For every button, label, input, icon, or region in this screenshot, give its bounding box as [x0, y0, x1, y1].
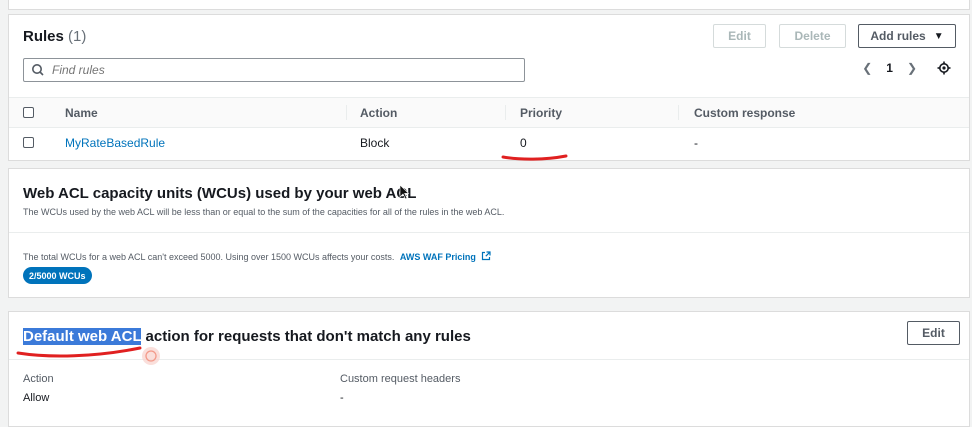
- rules-table-header: Name Action Priority Custom response: [9, 97, 969, 128]
- rule-priority: 0: [520, 135, 527, 150]
- aws-waf-pricing-link[interactable]: AWS WAF Pricing: [400, 252, 476, 262]
- rules-heading: Rules (1): [23, 28, 86, 45]
- column-priority[interactable]: Priority: [520, 98, 562, 127]
- pagination: ❮ 1 ❯: [862, 61, 951, 75]
- column-action[interactable]: Action: [360, 98, 397, 127]
- row-checkbox[interactable]: [23, 127, 34, 158]
- search-input[interactable]: [50, 62, 514, 78]
- external-link-icon[interactable]: [481, 251, 492, 261]
- rules-panel: Rules (1) Edit Delete Add rules ▼ ❮ 1 ❯ …: [8, 14, 970, 161]
- default-acl-panel: Default web ACL action for requests that…: [8, 311, 970, 427]
- rules-title: Rules: [23, 28, 64, 45]
- wcu-badge: 2/5000 WCUs: [23, 267, 92, 284]
- select-all-checkbox[interactable]: [23, 98, 34, 127]
- edit-default-action-button[interactable]: Edit: [907, 321, 960, 345]
- wcu-title: Web ACL capacity units (WCUs) used by yo…: [23, 185, 417, 202]
- column-name[interactable]: Name: [65, 98, 98, 127]
- delete-rule-button[interactable]: Delete: [779, 24, 846, 48]
- wcu-note: The total WCUs for a web ACL can't excee…: [23, 252, 395, 262]
- edit-rule-button[interactable]: Edit: [713, 24, 766, 48]
- wcu-note-line: The total WCUs for a web ACL can't excee…: [23, 251, 492, 262]
- wcu-panel: Web ACL capacity units (WCUs) used by yo…: [8, 168, 970, 298]
- custom-headers-label: Custom request headers: [340, 373, 461, 385]
- default-acl-heading: Default web ACL action for requests that…: [23, 328, 471, 345]
- gear-icon[interactable]: [937, 61, 951, 75]
- next-page-icon[interactable]: ❯: [907, 61, 917, 75]
- rule-action: Block: [360, 135, 390, 150]
- page-number[interactable]: 1: [886, 61, 893, 75]
- rule-name-link[interactable]: MyRateBasedRule: [65, 127, 165, 158]
- prev-page-icon[interactable]: ❮: [862, 61, 872, 75]
- search-icon: [32, 64, 44, 76]
- default-acl-title-highlight: Default web ACL: [23, 328, 142, 345]
- action-value: Allow: [23, 392, 50, 404]
- rules-count: (1): [68, 28, 87, 45]
- wcu-description: The WCUs used by the web ACL will be les…: [23, 207, 505, 217]
- column-custom-response[interactable]: Custom response: [694, 98, 795, 127]
- rule-custom-response: -: [694, 135, 698, 150]
- custom-headers-value: -: [340, 392, 344, 404]
- table-row: MyRateBasedRule Block 0 -: [9, 127, 969, 158]
- add-rules-button[interactable]: Add rules ▼: [858, 24, 956, 48]
- action-label: Action: [23, 373, 54, 385]
- default-acl-title-rest: action for requests that don't match any…: [141, 328, 471, 345]
- caret-down-icon: ▼: [933, 30, 944, 42]
- add-rules-label: Add rules: [870, 29, 926, 43]
- find-rules-search[interactable]: [23, 58, 525, 82]
- previous-panel-edge: [8, 0, 970, 10]
